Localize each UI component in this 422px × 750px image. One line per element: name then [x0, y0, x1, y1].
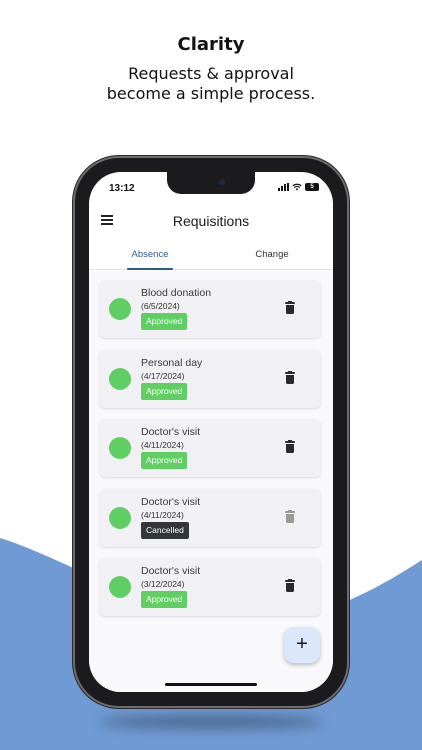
- request-title: Doctor's visit: [141, 496, 201, 508]
- status-badge: Approved: [141, 313, 188, 330]
- app-title: Requisitions: [172, 213, 250, 229]
- status-badge: Approved: [141, 452, 188, 469]
- request-title: Blood donation: [141, 287, 212, 299]
- status-dot: [109, 576, 131, 598]
- request-card[interactable]: Doctor's visit (3/12/2024) Approved: [99, 558, 321, 616]
- request-card[interactable]: Doctor's visit (4/11/2024) Cancelled: [99, 489, 321, 547]
- status-dot: [109, 507, 131, 529]
- promo-subtitle-line-1: Requests & approval: [128, 64, 294, 83]
- phone-shadow: [100, 716, 322, 728]
- status-icons: 5: [278, 183, 319, 191]
- trash-icon: [285, 510, 295, 523]
- status-badge: Approved: [141, 383, 188, 400]
- request-date: (6/5/2024): [141, 301, 180, 311]
- request-date: (3/12/2024): [141, 579, 185, 589]
- phone-notch: [167, 172, 255, 194]
- home-indicator[interactable]: [165, 683, 257, 686]
- trash-icon[interactable]: [285, 301, 295, 314]
- status-time: 13:12: [109, 183, 135, 194]
- battery-icon: 5: [305, 183, 319, 191]
- request-date: (4/17/2024): [141, 371, 185, 381]
- status-dot: [109, 298, 131, 320]
- status-badge: Approved: [141, 591, 188, 608]
- promo-title: Clarity: [177, 34, 245, 55]
- promo-subtitle-line-2: become a simple process.: [106, 84, 316, 103]
- tab-absence[interactable]: Absence: [89, 246, 211, 270]
- request-title: Doctor's visit: [141, 565, 201, 577]
- camera-icon: [219, 179, 225, 185]
- phone-screen: 13:12 5 Requisitions Absence Change Bloo…: [89, 172, 333, 692]
- request-date: (4/11/2024): [141, 510, 184, 520]
- trash-icon[interactable]: [285, 579, 295, 592]
- wifi-icon: [292, 183, 302, 191]
- add-request-button[interactable]: +: [284, 627, 320, 663]
- request-card[interactable]: Blood donation (6/5/2024) Approved: [99, 280, 321, 338]
- request-date: (4/11/2024): [141, 440, 184, 450]
- request-card[interactable]: Personal day (4/17/2024) Approved: [99, 350, 321, 408]
- trash-icon[interactable]: [285, 440, 295, 453]
- status-dot: [109, 368, 131, 390]
- tab-bar: Absence Change: [89, 246, 333, 270]
- request-title: Doctor's visit: [141, 426, 201, 438]
- status-badge: Cancelled: [141, 522, 189, 539]
- request-title: Personal day: [141, 357, 203, 369]
- signal-icon: [278, 183, 289, 191]
- status-dot: [109, 437, 131, 459]
- plus-icon: +: [296, 633, 308, 655]
- request-card[interactable]: Doctor's visit (4/11/2024) Approved: [99, 419, 321, 477]
- tab-change[interactable]: Change: [211, 246, 333, 269]
- phone-frame: 13:12 5 Requisitions Absence Change Bloo…: [75, 158, 347, 706]
- promo-subtitle: Requests & approval become a simple proc…: [0, 64, 422, 104]
- trash-icon[interactable]: [285, 371, 295, 384]
